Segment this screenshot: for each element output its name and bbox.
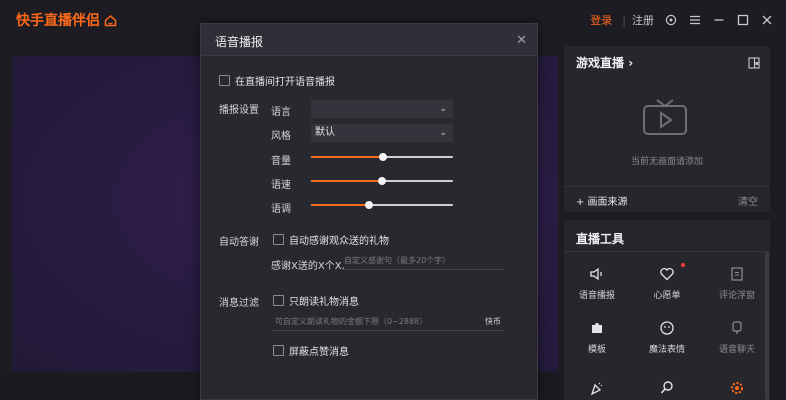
divider <box>564 186 770 187</box>
live-tools-panel: 直播工具 语音播报 心愿单 评论浮窗 模板 魔法表情 语音聊天 <box>564 220 770 400</box>
puzzle-icon <box>592 323 602 333</box>
speed-slider[interactable] <box>311 177 453 185</box>
thanks-template-prefix: 感谢X送的X个X, <box>271 261 345 272</box>
auto-reply-section-label: 自动答谢 <box>219 237 259 248</box>
style-select[interactable]: 默认 ⌄ <box>311 124 453 142</box>
gear-icon[interactable] <box>729 380 745 396</box>
tool-label: 评论浮窗 <box>718 291 755 301</box>
window-controls: 登录 | 注册 <box>590 12 774 28</box>
auto-thanks-option[interactable]: 自动感谢观众送的礼物 <box>273 232 389 247</box>
home-icon[interactable] <box>104 14 117 27</box>
slider-handle[interactable] <box>365 201 374 209</box>
speed-label: 语速 <box>271 180 291 191</box>
slider-handle[interactable] <box>378 177 386 185</box>
minimize-icon[interactable] <box>712 13 726 27</box>
tools-scrollbar[interactable] <box>765 252 769 400</box>
microphone-icon <box>732 321 742 334</box>
clear-button[interactable]: 清空 <box>738 193 758 208</box>
slider-fill <box>311 156 384 158</box>
divider <box>564 251 770 252</box>
divider: | <box>622 13 626 27</box>
party-popper-icon[interactable] <box>589 380 605 396</box>
comment-window-icon <box>731 267 743 281</box>
slider-fill <box>311 204 370 206</box>
login-link[interactable]: 登录 <box>590 12 612 28</box>
tool-voice-broadcast[interactable]: 语音播报 <box>566 266 628 301</box>
enable-broadcast-label: 在直播间打开语音播报 <box>235 77 335 88</box>
tool-magic-face[interactable]: 魔法表情 <box>636 320 698 355</box>
tool-template[interactable]: 模板 <box>566 320 628 355</box>
tool-wishlist[interactable]: 心愿单 <box>636 266 698 301</box>
live-tools-title: 直播工具 <box>576 232 625 246</box>
enable-broadcast-option[interactable]: 在直播间打开语音播报 <box>219 73 335 88</box>
auto-thanks-label: 自动感谢观众送的礼物 <box>289 236 389 247</box>
notification-dot <box>681 263 685 267</box>
volume-label: 音量 <box>271 156 291 167</box>
style-value: 默认 <box>315 127 335 138</box>
tool-label: 心愿单 <box>653 291 681 301</box>
language-select[interactable]: ⌄ <box>311 100 453 118</box>
slider-fill <box>311 180 382 182</box>
app-title: 快手直播伴侣 <box>16 13 100 29</box>
volume-slider[interactable] <box>311 153 453 161</box>
tool-voice-chat[interactable]: 语音聊天 <box>706 320 768 355</box>
magic-face-icon <box>660 321 674 335</box>
message-filter-section-label: 消息过滤 <box>219 298 259 309</box>
game-live-title[interactable]: 游戏直播 › <box>576 54 633 71</box>
close-icon[interactable]: ✕ <box>516 33 527 48</box>
menu-icon[interactable] <box>688 13 702 27</box>
block-likes-label: 屏蔽点赞消息 <box>289 347 349 358</box>
gift-amount-input[interactable]: 可自定义朗读礼物的金额下限（0~2888） 快币 <box>273 313 505 331</box>
tool-label: 魔法表情 <box>648 345 685 355</box>
speaker-icon <box>590 267 602 281</box>
block-likes-option[interactable]: 屏蔽点赞消息 <box>273 343 349 358</box>
language-label: 语言 <box>271 107 291 118</box>
tv-icon <box>643 99 687 135</box>
pitch-label: 语调 <box>271 204 291 215</box>
thanks-placeholder: 自定义感谢句（最多20个字） <box>344 256 451 265</box>
chevron-down-icon: ⌄ <box>439 128 447 138</box>
search-icon[interactable] <box>659 380 675 396</box>
gift-only-label: 只朗读礼物消息 <box>289 297 359 308</box>
chevron-down-icon: ⌄ <box>439 104 447 114</box>
enable-broadcast-checkbox[interactable] <box>219 75 230 86</box>
block-likes-checkbox[interactable] <box>273 345 284 356</box>
maximize-icon[interactable] <box>736 13 750 27</box>
thanks-text-input[interactable]: 自定义感谢句（最多20个字） <box>342 252 504 270</box>
game-live-panel: 游戏直播 › 当前无画面请添加 + 画面来源 清空 <box>564 46 770 212</box>
tool-label: 语音播报 <box>578 291 615 301</box>
app-brand: 快手直播伴侣 <box>16 10 117 30</box>
close-window-icon[interactable] <box>760 13 774 27</box>
pitch-slider[interactable] <box>311 201 453 209</box>
dialog-header: 语音播报 ✕ <box>201 24 537 56</box>
tool-label: 模板 <box>587 345 606 355</box>
gift-only-option[interactable]: 只朗读礼物消息 <box>273 293 359 308</box>
tool-label: 语音聊天 <box>718 345 755 355</box>
register-link[interactable]: 注册 <box>632 12 654 28</box>
slider-handle[interactable] <box>379 153 388 161</box>
broadcast-settings-label: 播报设置 <box>219 105 259 116</box>
auto-thanks-checkbox[interactable] <box>273 234 284 245</box>
settings-icon[interactable] <box>664 13 678 27</box>
gift-amount-placeholder: 可自定义朗读礼物的金额下限（0~2888） <box>275 317 428 326</box>
style-label: 风格 <box>271 131 291 142</box>
empty-state-text: 当前无画面请添加 <box>630 157 703 167</box>
currency-unit: 快币 <box>485 317 501 326</box>
voice-broadcast-dialog: 语音播报 ✕ 在直播间打开语音播报 播报设置 语言 ⌄ 风格 默认 ⌄ 音量 语… <box>200 23 538 400</box>
layout-toggle-icon[interactable] <box>748 56 760 69</box>
add-source-button[interactable]: + 画面来源 <box>576 193 628 208</box>
dialog-title: 语音播报 <box>215 35 264 49</box>
gift-only-checkbox[interactable] <box>273 295 284 306</box>
heart-icon <box>660 267 674 281</box>
tool-comment-window[interactable]: 评论浮窗 <box>706 266 768 301</box>
